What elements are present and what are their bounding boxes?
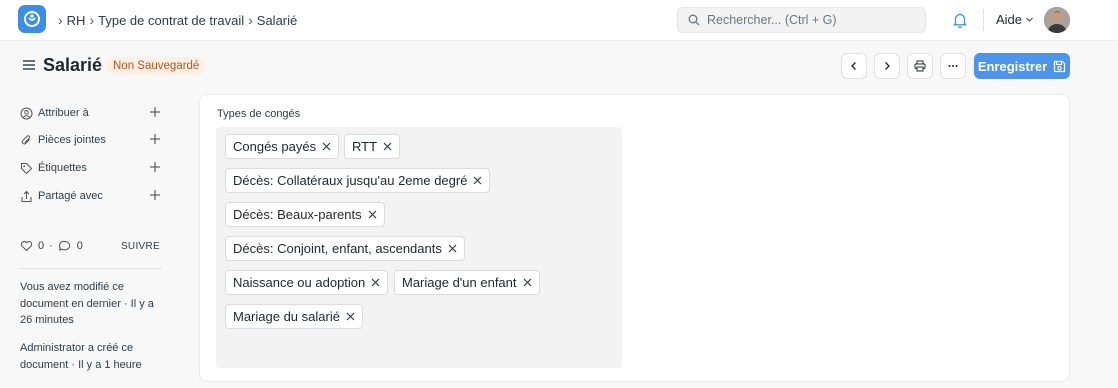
tag-label: Décès: Collatéraux jusqu'au 2eme degré: [233, 173, 468, 188]
next-record-button[interactable]: [874, 53, 900, 79]
sidebar-item-attachments[interactable]: Pièces jointes: [20, 130, 162, 150]
app-logo[interactable]: [18, 5, 46, 33]
breadcrumb-item-rh[interactable]: RH: [67, 13, 86, 28]
sidebar-divider: [20, 268, 162, 269]
sidebar-item-label: Étiquettes: [38, 162, 87, 174]
close-icon[interactable]: [368, 210, 377, 219]
tag-item: Décès: Collatéraux jusqu'au 2eme degré: [225, 168, 491, 193]
tag-label: Décès: Conjoint, enfant, ascendants: [233, 241, 442, 256]
printer-icon: [914, 60, 926, 72]
floppy-disk-icon: [1054, 60, 1066, 72]
tag-item: Décès: Conjoint, enfant, ascendants: [225, 236, 465, 261]
separator-dot: ·: [49, 240, 53, 252]
activity-last-modified: Vous avez modifié ce document en dernier…: [20, 281, 154, 326]
sidebar-item-tags[interactable]: Étiquettes: [20, 158, 162, 178]
tag-icon: [21, 162, 32, 174]
sidebar-item-label: Pièces jointes: [38, 134, 106, 146]
logo-icon: [24, 11, 40, 27]
page-header: Salarié Non Sauvegardé Enregistrer: [0, 41, 1118, 93]
close-icon[interactable]: [523, 278, 532, 287]
sidebar-item-label: Partagé avec: [38, 190, 103, 202]
chevron-right-icon: [885, 62, 890, 70]
chevron-right-icon: ›: [89, 12, 95, 28]
chevron-left-icon: [851, 62, 856, 70]
sidebar-item-assign[interactable]: Attribuer à: [20, 103, 162, 123]
tag-item: Mariage du salarié: [225, 304, 363, 329]
chevron-right-icon: ›: [58, 12, 63, 28]
more-actions-button[interactable]: [940, 53, 966, 79]
plus-icon[interactable]: [148, 105, 162, 119]
navbar: › RH › Type de contrat de travail › Sala…: [0, 0, 1118, 41]
close-icon[interactable]: [383, 142, 392, 151]
chevron-down-icon: [1026, 17, 1033, 22]
breadcrumb-item-current[interactable]: Salarié: [257, 13, 297, 28]
close-icon[interactable]: [448, 244, 457, 253]
more-horizontal-icon: [948, 65, 958, 67]
tag-label: Décès: Beaux-parents: [233, 207, 362, 222]
plus-icon[interactable]: [148, 160, 162, 174]
tag-item: Mariage d'un enfant: [394, 270, 540, 295]
tag-label: Mariage du salarié: [233, 309, 340, 324]
close-icon[interactable]: [371, 278, 380, 287]
form-card: Types de congés Congés payés RTT Décès: …: [199, 94, 1070, 382]
plus-icon[interactable]: [148, 188, 162, 202]
previous-record-button[interactable]: [841, 53, 867, 79]
help-dropdown[interactable]: Aide: [996, 12, 1034, 27]
tag-label: Congés payés: [233, 139, 317, 154]
tag-label: RTT: [352, 139, 378, 154]
comment-icon[interactable]: [58, 240, 71, 252]
avatar-image: [1044, 7, 1070, 33]
search-bar[interactable]: [677, 7, 926, 33]
close-icon[interactable]: [473, 176, 482, 185]
close-icon[interactable]: [322, 142, 331, 151]
plus-icon[interactable]: [148, 132, 162, 146]
save-button[interactable]: Enregistrer: [974, 53, 1070, 79]
breadcrumb-item-contract-type[interactable]: Type de contrat de travail: [98, 13, 244, 28]
comments-count: 0: [76, 240, 83, 252]
assign-user-icon: [20, 107, 33, 119]
close-icon[interactable]: [346, 312, 355, 321]
engagement-stats: 0 · 0 SUIVRE: [20, 236, 162, 256]
heart-icon[interactable]: [20, 240, 33, 252]
print-button[interactable]: [907, 53, 933, 79]
paperclip-icon: [21, 134, 31, 144]
chevron-right-icon: ›: [248, 12, 253, 28]
tag-label: Naissance ou adoption: [233, 275, 366, 290]
tag-item: Décès: Beaux-parents: [225, 202, 385, 227]
help-label: Aide: [996, 12, 1023, 27]
search-input[interactable]: [707, 13, 907, 27]
page-title: Salarié: [43, 55, 103, 75]
follow-button[interactable]: SUIVRE: [121, 241, 160, 252]
tag-item: RTT: [344, 134, 401, 159]
tag-item: Naissance ou adoption: [225, 270, 389, 295]
sidebar-item-shared[interactable]: Partagé avec: [20, 186, 162, 206]
likes-count: 0: [38, 240, 45, 252]
tag-label: Mariage d'un enfant: [402, 275, 517, 290]
breadcrumb: › RH › Type de contrat de travail › Sala…: [58, 12, 297, 28]
leave-types-label: Types de congés: [217, 108, 301, 120]
sidebar-item-label: Attribuer à: [38, 107, 89, 119]
leave-types-multiselect[interactable]: Congés payés RTT Décès: Collatéraux jusq…: [216, 127, 622, 368]
notification-bell-icon[interactable]: [951, 11, 969, 29]
share-icon: [21, 190, 32, 202]
sidebar-toggle-icon[interactable]: [22, 58, 36, 72]
user-avatar[interactable]: [1044, 7, 1070, 33]
tag-item: Congés payés: [225, 134, 340, 159]
activity-created: Administrator a créé ce document · Il y …: [20, 342, 142, 371]
save-button-label: Enregistrer: [977, 58, 1048, 74]
search-icon: [688, 14, 700, 26]
status-badge: Non Sauvegardé: [106, 57, 207, 75]
navbar-divider: [983, 9, 984, 31]
